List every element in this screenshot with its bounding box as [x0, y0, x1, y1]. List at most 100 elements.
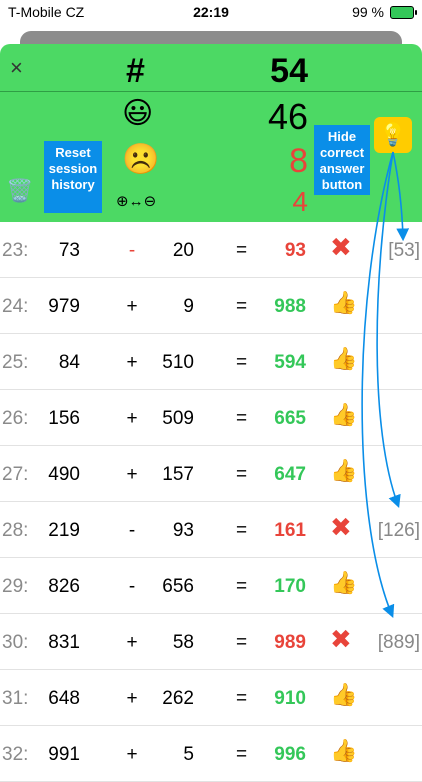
- problem-row[interactable]: 28: 219 - 93 = 161 ✖ [126]: [0, 502, 422, 558]
- problem-row[interactable]: 23: 73 - 20 = 93 ✖ [53]: [0, 222, 422, 278]
- user-answer: 988: [274, 296, 306, 317]
- first-operand: 84: [58, 352, 80, 373]
- reset-history-callout: Reset session history: [44, 141, 102, 213]
- second-operand: 9: [183, 296, 194, 317]
- correct-count: 46: [267, 96, 308, 137]
- total-count: 54: [270, 52, 308, 90]
- equals-sign: =: [236, 352, 248, 373]
- user-answer: 989: [274, 632, 306, 653]
- hide-answer-callout: Hide correct answer button: [314, 125, 370, 195]
- row-number: 29:: [2, 576, 29, 597]
- correct-answer: [889]: [377, 632, 420, 653]
- correct-answer: [126]: [377, 520, 420, 541]
- wrong-count: 8: [289, 142, 308, 180]
- problem-row[interactable]: 24: 979 +9 = 988 👍: [0, 278, 422, 334]
- operation-toggle-icon[interactable]: ⊕↔⊖: [116, 192, 156, 210]
- second-operand: 58: [172, 632, 194, 653]
- hash-label: #: [126, 52, 145, 90]
- second-operand: 93: [172, 520, 194, 541]
- operator: -: [128, 240, 136, 261]
- user-answer: 161: [274, 520, 306, 541]
- equals-sign: =: [236, 744, 248, 765]
- close-icon[interactable]: ×: [10, 55, 23, 81]
- row-number: 25:: [2, 352, 29, 373]
- thumbs-up-icon: 👍: [330, 346, 358, 371]
- smiley-face-icon: 😃: [122, 97, 154, 130]
- status-bar: T-Mobile CZ 22:19 99 %: [0, 0, 422, 24]
- battery-percent: 99 %: [352, 4, 384, 20]
- row-number: 31:: [2, 688, 29, 709]
- equals-sign: =: [236, 520, 248, 541]
- row-number: 23:: [2, 240, 29, 261]
- equals-sign: =: [236, 576, 248, 597]
- correct-answer: [53]: [388, 240, 420, 261]
- thumbs-up-icon: 👍: [330, 290, 358, 315]
- equals-sign: =: [236, 240, 248, 261]
- thumbs-up-icon: 👍: [330, 738, 358, 763]
- difference-count: 4: [292, 186, 308, 217]
- operator: +: [126, 688, 138, 709]
- second-operand: 157: [162, 464, 194, 485]
- row-number: 24:: [2, 296, 29, 317]
- trash-icon[interactable]: 🗑️: [6, 178, 33, 204]
- first-operand: 219: [48, 520, 80, 541]
- problem-row[interactable]: 30: 831 +58 = 989 ✖ [889]: [0, 614, 422, 670]
- second-operand: 5: [183, 744, 194, 765]
- row-number: 28:: [2, 520, 29, 541]
- second-operand: 262: [162, 688, 194, 709]
- thumbs-up-icon: 👍: [330, 570, 358, 595]
- first-operand: 979: [48, 296, 80, 317]
- second-operand: 510: [162, 352, 194, 373]
- row-number: 26:: [2, 408, 29, 429]
- first-operand: 826: [48, 576, 80, 597]
- problem-row[interactable]: 26: 156 +509 = 665 👍: [0, 390, 422, 446]
- battery-icon: [390, 5, 417, 19]
- equals-sign: =: [236, 296, 248, 317]
- frowning-face-icon: ☹️: [122, 143, 160, 176]
- user-answer: 594: [274, 352, 306, 373]
- operator: +: [126, 296, 138, 317]
- equals-sign: =: [236, 464, 248, 485]
- row-number: 30:: [2, 632, 29, 653]
- first-operand: 73: [58, 240, 80, 261]
- problem-list[interactable]: 23: 73 - 20 = 93 ✖ [53] 24: 979 +9 = 988 👍 25: 84 +510 = 5…: [0, 222, 422, 782]
- second-operand: 509: [162, 408, 194, 429]
- problem-row[interactable]: 31: 648 +262 = 910 👍: [0, 670, 422, 726]
- first-operand: 156: [48, 408, 80, 429]
- problem-row[interactable]: 25: 84 +510 = 594 👍: [0, 334, 422, 390]
- first-operand: 648: [48, 688, 80, 709]
- thumbs-up-icon: 👍: [330, 682, 358, 707]
- second-operand: 20: [172, 240, 194, 261]
- operator: +: [126, 352, 138, 373]
- operator: +: [126, 744, 138, 765]
- battery-status: 99 %: [352, 4, 417, 20]
- user-answer: 996: [274, 744, 306, 765]
- operator: -: [128, 576, 136, 597]
- equals-sign: =: [236, 632, 248, 653]
- row-number: 32:: [2, 744, 29, 765]
- wrong-cross-icon: ✖: [330, 232, 352, 262]
- user-answer: 93: [284, 240, 306, 261]
- user-answer: 910: [274, 688, 306, 709]
- operator: +: [126, 632, 138, 653]
- problem-row[interactable]: 27: 490 +157 = 647 👍: [0, 446, 422, 502]
- operator: -: [128, 520, 136, 541]
- first-operand: 831: [48, 632, 80, 653]
- equals-sign: =: [236, 408, 248, 429]
- user-answer: 665: [274, 408, 306, 429]
- thumbs-up-icon: 👍: [330, 458, 358, 483]
- problem-row[interactable]: 32: 991 +5 = 996 👍: [0, 726, 422, 782]
- header-divider: [0, 91, 422, 92]
- operator: +: [126, 464, 138, 485]
- row-number: 27:: [2, 464, 29, 485]
- wrong-cross-icon: ✖: [330, 512, 352, 542]
- second-operand: 656: [162, 576, 194, 597]
- first-operand: 490: [48, 464, 80, 485]
- thumbs-up-icon: 👍: [330, 402, 358, 427]
- lightbulb-icon[interactable]: 💡: [374, 117, 412, 153]
- first-operand: 991: [48, 744, 80, 765]
- user-answer: 647: [274, 464, 306, 485]
- user-answer: 170: [274, 576, 306, 597]
- wrong-cross-icon: ✖: [330, 624, 352, 654]
- problem-row[interactable]: 29: 826 - 656 = 170 👍: [0, 558, 422, 614]
